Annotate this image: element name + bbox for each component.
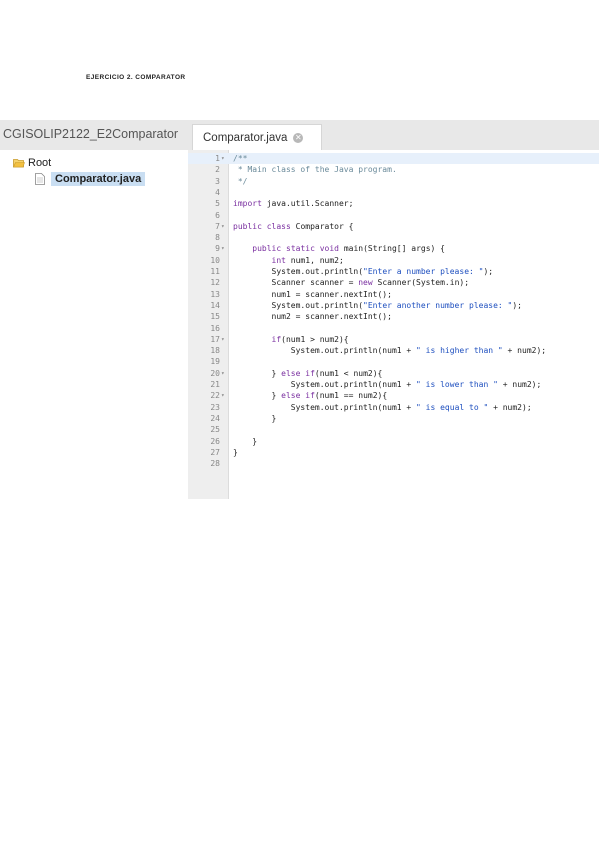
tab-label: Comparator.java [203,131,288,144]
code-text: /** [233,154,248,163]
tree-file-label: Comparator.java [51,172,146,186]
line-number: 7 [215,221,220,231]
code-text: } else if(num1 < num2){ [233,368,383,378]
line-number: 14 [210,300,220,310]
code-line: 1 ▾ /** [188,153,599,164]
fold-arrow-icon[interactable]: ▾ [221,243,227,254]
line-number: 4 [215,187,220,197]
code-line: 27} [188,447,599,458]
line-number: 2 [215,165,220,175]
project-tree: Root Comparator.java [0,150,188,499]
line-number: 24 [210,413,220,423]
code-text: System.out.println(num1 + " is higher th… [233,346,547,356]
line-number: 1 [215,154,220,163]
code-line: 25 [188,424,599,435]
code-line: 21 System.out.println(num1 + " is lower … [188,379,599,390]
line-number: 15 [210,312,220,322]
code-text: Scanner scanner = new Scanner(System.in)… [233,278,470,288]
code-line: 5 import java.util.Scanner; [188,198,599,209]
code-line: 11 System.out.println("Enter a number pl… [188,266,599,277]
line-number: 5 [215,199,220,209]
line-number: 22 [210,391,220,401]
line-number: 19 [210,357,220,367]
code-text: int num1, num2; [271,255,344,265]
code-line: 16 [188,323,599,334]
code-text: public class Comparator { [233,221,354,231]
code-text: System.out.println(num1 + " is lower tha… [233,380,542,389]
line-number: 23 [210,402,220,412]
project-title: CGISOLIP2122_E2Comparator [3,127,179,141]
code-text: System.out.println("Enter a number pleas… [233,267,494,276]
line-number: 26 [210,436,220,446]
code-line: 7 ▾ public class Comparator { [188,221,599,232]
code-line: 15 num2 = scanner.nextInt(); [188,311,599,322]
code-line: 3 */ [188,176,599,187]
code-text: */ [233,176,248,186]
fold-arrow-icon[interactable]: ▾ [221,334,227,345]
line-number: 20 [210,368,220,378]
code-line: 9 ▾ public static void main(String[] args… [188,243,599,254]
line-number: 28 [210,459,220,469]
code-text: public static void main(String[] args) { [252,244,445,254]
code-line: 23 System.out.println(num1 + " is equal … [188,402,599,413]
code-line: 24 } [188,413,599,424]
line-number: 18 [210,346,220,356]
line-number: 27 [210,447,220,457]
close-icon[interactable]: ✕ [293,132,304,143]
tree-root-label: Root [28,157,52,169]
line-number: 13 [210,289,220,299]
line-number: 21 [210,380,220,389]
code-line: 12 Scanner scanner = new Scanner(System.… [188,277,599,288]
fold-arrow-icon[interactable]: ▾ [221,390,227,401]
tree-item-root[interactable]: Root [13,157,51,169]
code-text: import java.util.Scanner; [233,199,354,209]
line-number: 6 [215,210,220,220]
line-number: 25 [210,425,220,435]
line-number: 16 [210,323,220,333]
code-text: } else if(num1 == num2){ [233,391,388,401]
line-number: 12 [210,278,220,288]
code-text: num2 = scanner.nextInt(); [233,312,392,322]
line-number: 8 [215,233,220,243]
document-heading: EJERCICIO 2. COMPARATOR [86,74,186,81]
line-number: 10 [210,255,220,265]
code-text: num1 = scanner.nextInt(); [233,289,392,299]
code-line: 19 [188,356,599,367]
code-text: System.out.println("Enter another number… [233,300,522,310]
editor-tab-bar: Comparator.java ✕ [188,120,599,150]
code-line: 13 num1 = scanner.nextInt(); [188,289,599,300]
code-line: 22 ▾ } else if(num1 == num2){ [188,390,599,401]
tab-comparator-java[interactable]: Comparator.java ✕ [192,124,322,150]
code-line: 20 ▾ } else if(num1 < num2){ [188,368,599,379]
fold-arrow-icon[interactable]: ▾ [221,153,227,164]
line-number: 17 [210,334,220,344]
folder-open-icon [13,159,25,168]
line-number: 9 [215,244,220,254]
code-editor[interactable]: 1 ▾/** 2 * Main class of the Java program.… [188,150,599,499]
code-line: 14 System.out.println("Enter another num… [188,300,599,311]
project-panel-header: CGISOLIP2122_E2Comparator [0,120,189,150]
code-line: 28 [188,458,599,469]
file-icon [35,173,45,185]
code-text: } [233,413,277,423]
code-text: System.out.println(num1 + " is equal to … [233,402,532,412]
code-text: } [233,447,238,457]
line-number: 11 [210,267,220,276]
fold-arrow-icon[interactable]: ▾ [221,368,227,379]
code-line: 17 ▾ if(num1 > num2){ [188,334,599,345]
tree-item-comparator-java[interactable]: Comparator.java [35,172,146,186]
code-line: 4 [188,187,599,198]
code-text: } [233,436,258,446]
code-line: 6 [188,210,599,221]
ide-window: CGISOLIP2122_E2Comparator Comparator.jav… [0,120,599,499]
code-line: 26 } [188,436,599,447]
code-line: 10 int num1, num2; [188,255,599,266]
code-line: 8 [188,232,599,243]
code-line: 18 System.out.println(num1 + " is higher… [188,345,599,356]
fold-arrow-icon[interactable]: ▾ [221,221,227,232]
code-text: * Main class of the Java program. [233,165,397,175]
code-line: 2 * Main class of the Java program. [188,164,599,175]
code-text: if(num1 > num2){ [271,334,349,344]
line-number: 3 [215,176,220,186]
